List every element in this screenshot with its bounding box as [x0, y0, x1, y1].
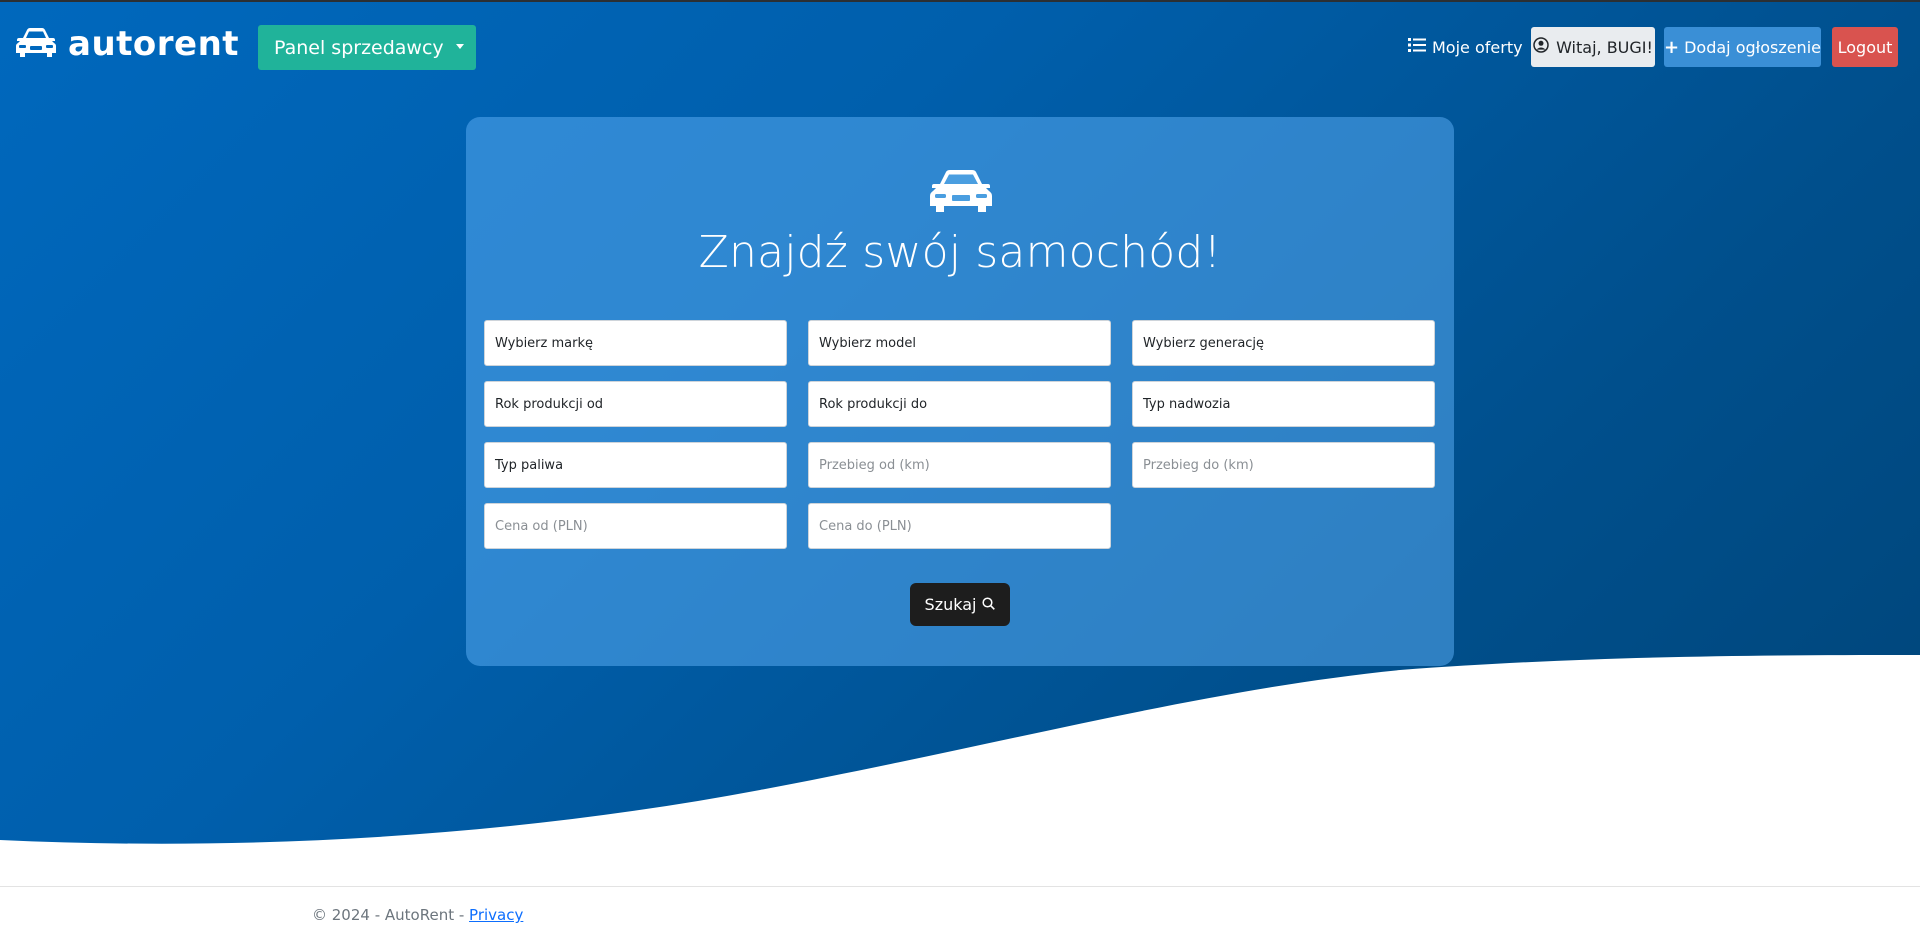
footer: © 2024 - AutoRent - Privacy [312, 906, 523, 924]
brand-name: autorent [68, 24, 240, 64]
fuel-type-select[interactable]: Typ paliwa [484, 442, 787, 488]
my-offers-label: Moje oferty [1432, 37, 1523, 57]
car-front-icon [930, 170, 992, 212]
seller-panel-dropdown[interactable]: Panel sprzedawcy [258, 25, 476, 70]
brand-logo[interactable]: autorent [14, 24, 239, 64]
price-to-input[interactable]: Cena do (PLN) [808, 503, 1111, 549]
my-offers-link[interactable]: Moje oferty [1408, 27, 1523, 67]
logout-button[interactable]: Logout [1832, 27, 1898, 67]
footer-copyright: © 2024 - AutoRent - [312, 906, 470, 924]
make-select[interactable]: Wybierz markę [484, 320, 787, 366]
add-listing-label: Dodaj ogłoszenie [1684, 37, 1821, 57]
user-greeting-label: Witaj, BUGI! [1556, 37, 1653, 57]
logout-label: Logout [1837, 37, 1893, 57]
car-front-icon [14, 26, 58, 62]
body-type-select[interactable]: Typ nadwozia [1132, 381, 1435, 427]
seller-panel-label: Panel sprzedawcy [274, 36, 444, 59]
generation-select[interactable]: Wybierz generację [1132, 320, 1435, 366]
model-select[interactable]: Wybierz model [808, 320, 1111, 366]
privacy-link[interactable]: Privacy [469, 906, 523, 924]
search-icon [982, 595, 996, 614]
footer-divider [0, 886, 1920, 887]
mileage-to-input[interactable]: Przebieg do (km) [1132, 442, 1435, 488]
user-greeting-button[interactable]: Witaj, BUGI! [1531, 27, 1655, 67]
search-title: Znajdź swój samochód! [698, 227, 1222, 278]
year-to-select[interactable]: Rok produkcji do [808, 381, 1111, 427]
search-button[interactable]: Szukaj [910, 583, 1010, 626]
add-listing-button[interactable]: + Dodaj ogłoszenie [1664, 27, 1821, 67]
mileage-from-input[interactable]: Przebieg od (km) [808, 442, 1111, 488]
list-icon [1408, 37, 1426, 57]
plus-icon: + [1664, 36, 1680, 58]
user-circle-icon [1533, 37, 1549, 57]
price-from-input[interactable]: Cena od (PLN) [484, 503, 787, 549]
search-card: Znajdź swój samochód! Wybierz markę Wybi… [466, 117, 1454, 666]
year-from-select[interactable]: Rok produkcji od [484, 381, 787, 427]
caret-down-icon [456, 44, 464, 49]
search-button-label: Szukaj [924, 595, 977, 614]
